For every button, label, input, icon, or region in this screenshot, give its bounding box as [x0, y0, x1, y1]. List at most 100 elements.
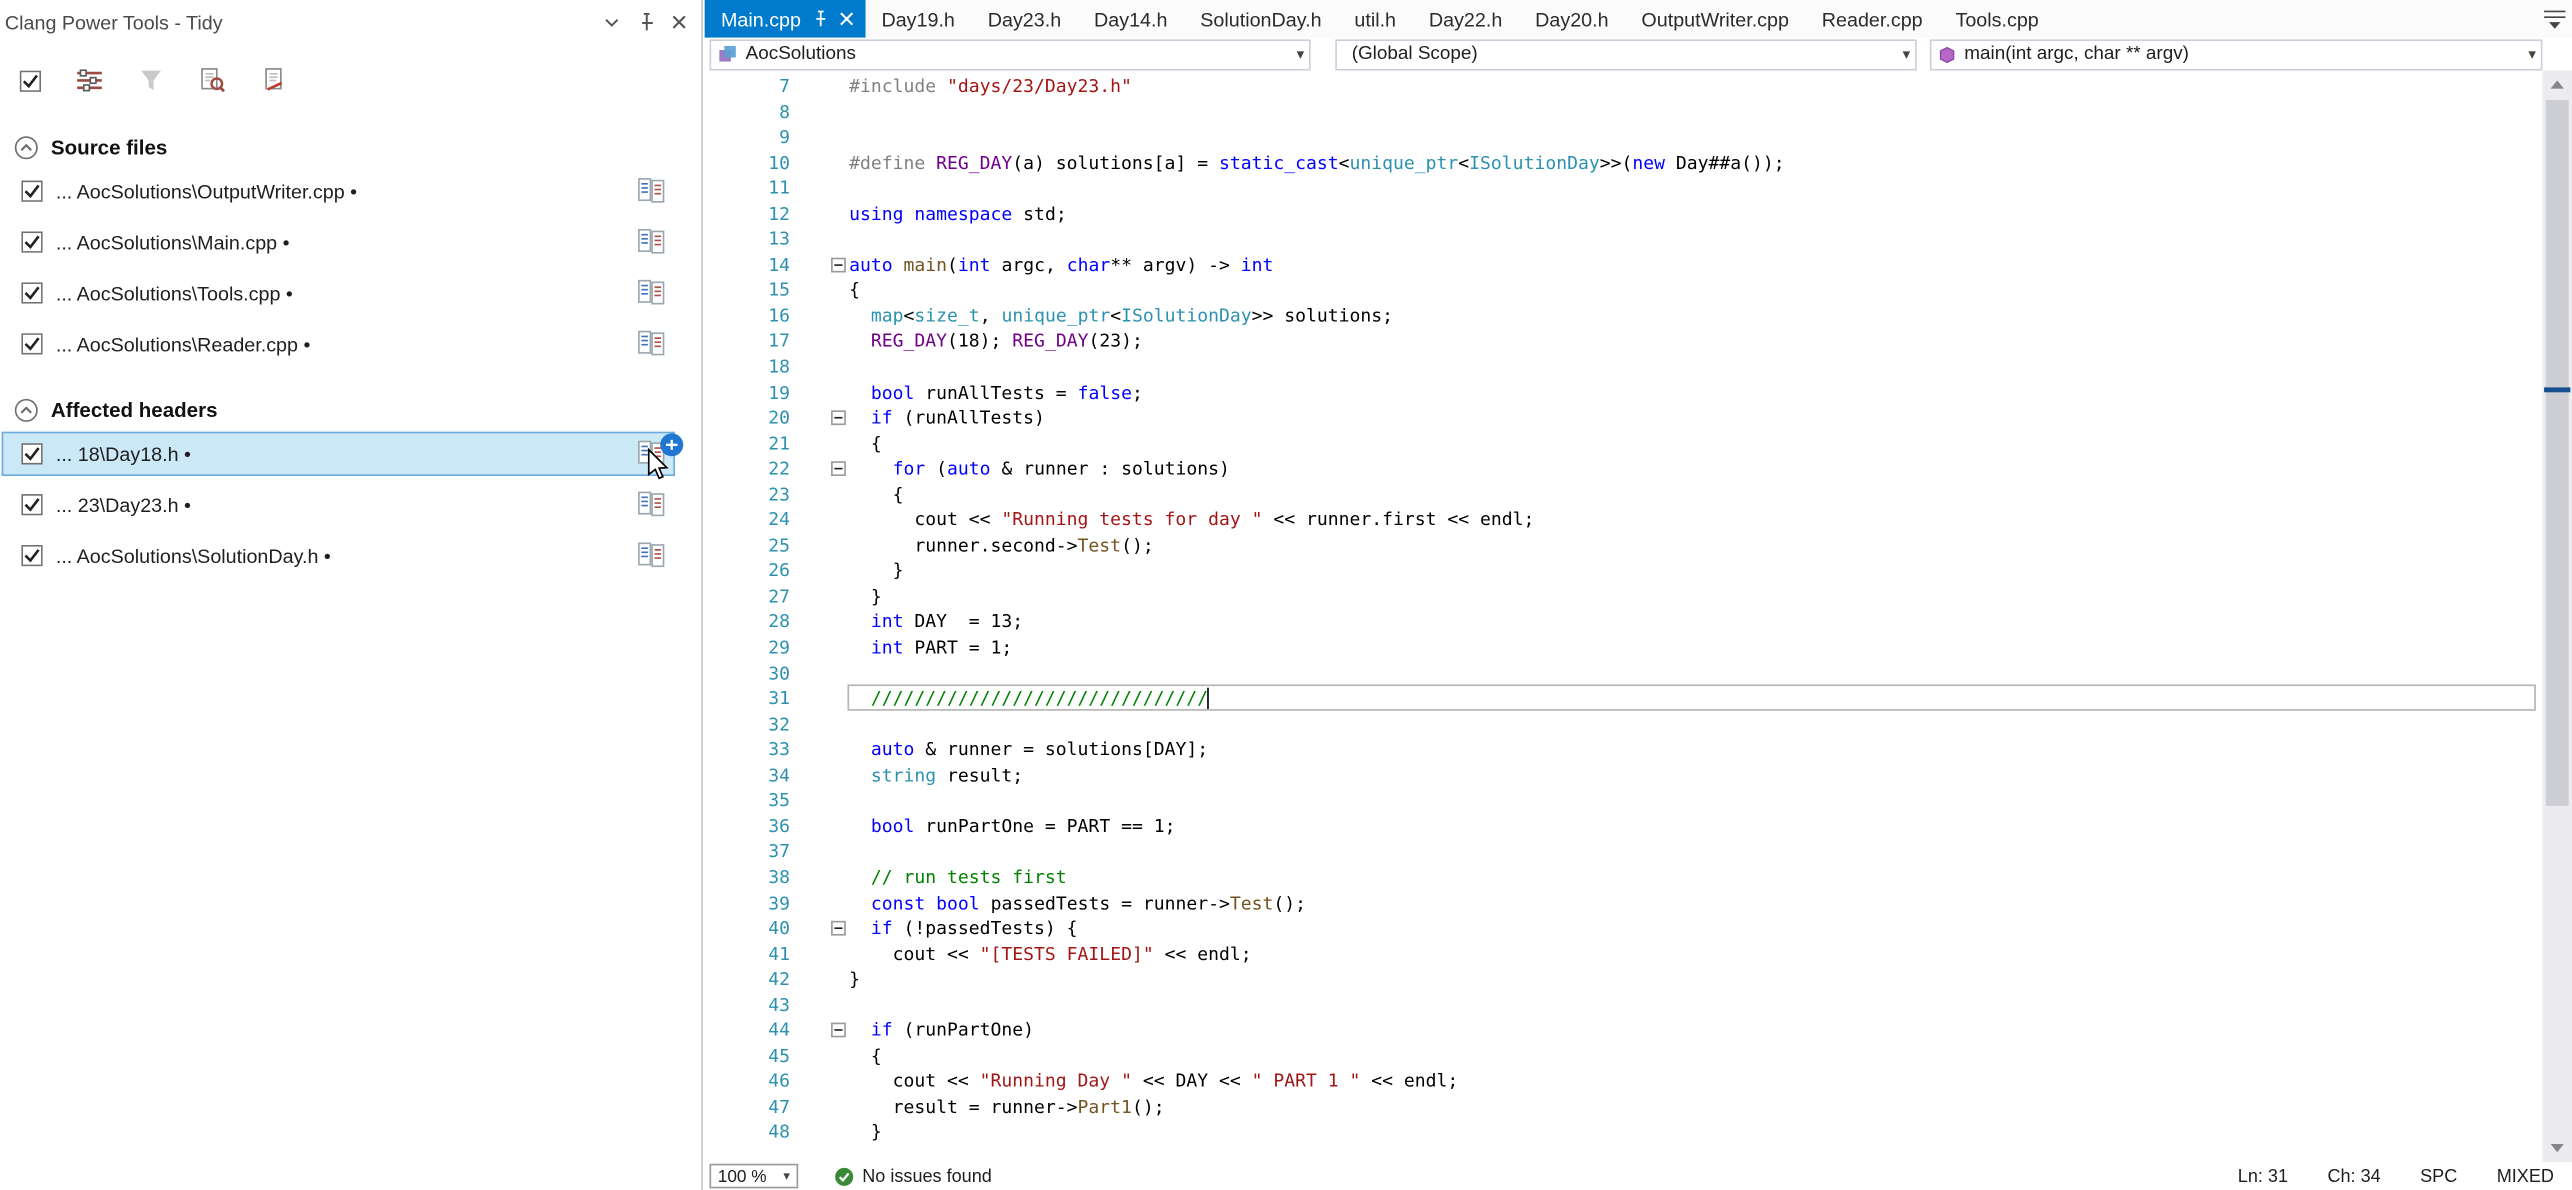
line-number: 18 — [705, 355, 790, 381]
close-icon[interactable] — [839, 11, 854, 26]
chevron-down-icon: ▾ — [783, 1169, 790, 1184]
code-line: const bool passedTests = runner->Test(); — [849, 890, 2542, 916]
tab-label: util.h — [1354, 7, 1396, 30]
tab-day22-h[interactable]: Day22.h — [1412, 0, 1518, 38]
section-header[interactable]: Source files — [0, 130, 701, 166]
tab-label: Reader.cpp — [1822, 7, 1923, 30]
file-row[interactable]: ... AocSolutions\SolutionDay.h • — [0, 530, 701, 581]
panel-toolbar — [0, 54, 701, 107]
select-all-checkbox[interactable] — [20, 70, 41, 91]
code-line: } — [849, 1120, 2542, 1146]
checkbox[interactable] — [21, 494, 42, 515]
tab-reader-cpp[interactable]: Reader.cpp — [1805, 0, 1939, 38]
file-row[interactable]: ... 18\Day18.h • — [0, 428, 701, 479]
code-line — [849, 355, 2542, 381]
line-number: 20 — [705, 406, 790, 432]
ignore-file-icon[interactable] — [261, 67, 287, 93]
code-line: #include "days/23/Day23.h" — [849, 74, 2542, 100]
tab-tools-cpp[interactable]: Tools.cpp — [1939, 0, 2055, 38]
code-line: } — [849, 559, 2542, 585]
horizontal-scrollbar[interactable] — [992, 1162, 2238, 1190]
checkbox[interactable] — [21, 443, 42, 464]
tab-main-cpp[interactable]: Main.cpp — [705, 0, 865, 38]
line-number: 46 — [705, 1069, 790, 1095]
checkbox[interactable] — [21, 181, 42, 202]
line-number: 45 — [705, 1044, 790, 1070]
file-row[interactable]: ... AocSolutions\Reader.cpp • — [0, 318, 701, 369]
tab-solutionday-h[interactable]: SolutionDay.h — [1184, 0, 1338, 38]
diff-icon[interactable] — [637, 177, 665, 203]
discard-fixes-icon[interactable] — [138, 67, 164, 93]
status-line: Ln: 31 — [2238, 1166, 2288, 1186]
checkbox[interactable] — [21, 231, 42, 252]
file-label: ... AocSolutions\OutputWriter.cpp • — [56, 180, 357, 203]
tab-outputwriter-cpp[interactable]: OutputWriter.cpp — [1625, 0, 1805, 38]
line-number: 13 — [705, 227, 790, 253]
caret — [1208, 688, 1210, 709]
tab-list-icon[interactable] — [2542, 8, 2567, 29]
window-menu-icon[interactable] — [601, 11, 622, 32]
project-dropdown[interactable]: AocSolutions ▾ — [710, 39, 1311, 70]
collapse-icon[interactable] — [13, 397, 39, 423]
pin-icon[interactable] — [811, 10, 829, 28]
vertical-scrollbar[interactable] — [2542, 71, 2572, 1163]
tab-day14-h[interactable]: Day14.h — [1078, 0, 1184, 38]
tab-util-h[interactable]: util.h — [1338, 0, 1412, 38]
vs-window: Clang Power Tools - Tidy Source files...… — [0, 0, 2572, 1190]
tab-day20-h[interactable]: Day20.h — [1519, 0, 1625, 38]
tab-label: Day23.h — [988, 7, 1061, 30]
code-line — [849, 99, 2542, 125]
code-line: { — [849, 431, 2542, 457]
code-line: if (runAllTests) — [849, 406, 2542, 432]
close-icon[interactable] — [670, 13, 688, 31]
fold-collapse-icon[interactable] — [831, 462, 846, 477]
line-number: 33 — [705, 737, 790, 763]
code-line: cout << "Running Day " << DAY << " PART … — [849, 1069, 2542, 1095]
fold-collapse-icon[interactable] — [831, 1023, 846, 1038]
file-row[interactable]: ... AocSolutions\Tools.cpp • — [0, 268, 701, 319]
code-line: using namespace std; — [849, 201, 2542, 227]
code-column[interactable]: #include "days/23/Day23.h"#define REG_DA… — [846, 71, 2543, 1163]
code-line: string result; — [849, 763, 2542, 789]
collapse-icon[interactable] — [13, 135, 39, 161]
section-header[interactable]: Affected headers — [0, 392, 701, 428]
line-number: 29 — [705, 635, 790, 661]
line-number: 39 — [705, 890, 790, 916]
file-row[interactable]: ... AocSolutions\OutputWriter.cpp • — [0, 166, 701, 217]
tab-label: OutputWriter.cpp — [1641, 7, 1789, 30]
diff-icon[interactable] — [637, 279, 665, 305]
code-editor[interactable]: 7891011121314151617181920212223242526272… — [705, 71, 2543, 1163]
code-line — [849, 839, 2542, 865]
tidy-settings-icon[interactable] — [76, 67, 104, 93]
tab-day23-h[interactable]: Day23.h — [971, 0, 1077, 38]
diff-icon[interactable] — [637, 542, 665, 568]
checkbox[interactable] — [21, 545, 42, 566]
scope-dropdown[interactable]: (Global Scope) ▾ — [1335, 39, 1916, 70]
scrollbar-thumb[interactable] — [2546, 100, 2569, 806]
checkbox[interactable] — [21, 333, 42, 354]
tab-day19-h[interactable]: Day19.h — [865, 0, 971, 38]
file-row[interactable]: ... AocSolutions\Main.cpp • — [0, 217, 701, 268]
line-number: 14 — [705, 252, 790, 278]
checkbox[interactable] — [21, 282, 42, 303]
scroll-up-icon[interactable] — [2551, 80, 2564, 88]
code-line: REG_DAY(18); REG_DAY(23); — [849, 329, 2542, 355]
pin-icon[interactable] — [636, 11, 657, 32]
fold-collapse-icon[interactable] — [831, 411, 846, 426]
code-line: auto & runner = solutions[DAY]; — [849, 737, 2542, 763]
member-dropdown[interactable]: main(int argc, char ** argv) ▾ — [1930, 39, 2543, 70]
tidy-check-icon[interactable] — [199, 67, 227, 93]
code-line — [849, 661, 2542, 687]
zoom-select[interactable]: 100 % ▾ — [710, 1164, 799, 1189]
code-line — [849, 125, 2542, 151]
fold-collapse-icon[interactable] — [831, 257, 846, 272]
document-health[interactable]: No issues found — [834, 1166, 991, 1186]
line-number: 24 — [705, 508, 790, 534]
scope-name: (Global Scope) — [1352, 44, 1478, 64]
line-number: 34 — [705, 763, 790, 789]
fold-collapse-icon[interactable] — [831, 921, 846, 936]
diff-icon[interactable] — [637, 330, 665, 356]
file-row[interactable]: ... 23\Day23.h • — [0, 479, 701, 530]
diff-icon[interactable] — [637, 228, 665, 254]
scroll-down-icon[interactable] — [2551, 1144, 2564, 1152]
